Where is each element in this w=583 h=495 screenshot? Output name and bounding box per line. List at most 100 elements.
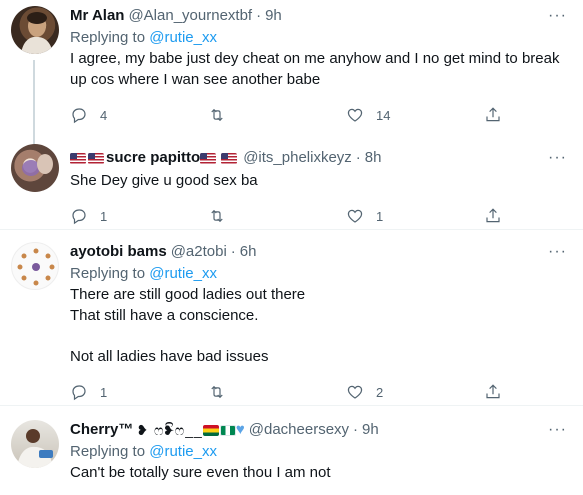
- tweet-3[interactable]: ayotobi bams @a2tobi · 6h ··· Replying t…: [0, 230, 583, 406]
- tweet-4[interactable]: Cherry™ ❥ ෆ❥ිෆ__ ♥ @dacheersexy · 9h ···…: [0, 406, 583, 495]
- name-decoration: ❥ ෆ❥ිෆ__: [136, 422, 203, 438]
- reply-count: 1: [100, 208, 108, 224]
- avatar-photo: [17, 248, 55, 286]
- tweet-1[interactable]: Mr Alan @Alan_yournextbf · 9h ··· Replyi…: [0, 0, 583, 138]
- us-flag-icon: [200, 152, 217, 164]
- avatar-photo: [22, 154, 53, 176]
- tweet-text: Can't be totally sure even thou I am not: [70, 462, 567, 483]
- heart-icon: [347, 108, 363, 122]
- replying-to: Replying to @rutie_xx: [70, 442, 567, 462]
- like-button[interactable]: 14: [346, 106, 484, 124]
- share-button[interactable]: [484, 106, 502, 124]
- separator-dot: ·: [256, 7, 262, 24]
- tweet-text-line: That still have a conscience.: [70, 307, 259, 324]
- author-handle[interactable]: @its_phelixkeyz: [243, 148, 352, 168]
- timestamp[interactable]: 6h: [240, 242, 257, 262]
- replying-to: Replying to @rutie_xx: [70, 28, 567, 48]
- retweet-icon: [211, 385, 223, 399]
- like-count: 1: [376, 208, 384, 224]
- heart-icon: [347, 385, 363, 399]
- replying-prefix: Replying to: [70, 265, 146, 282]
- reply-button[interactable]: 1: [70, 207, 208, 225]
- tweet-text: She Dey give u good sex ba: [70, 170, 567, 191]
- reply-button[interactable]: 4: [70, 106, 208, 124]
- share-icon: [486, 107, 500, 122]
- retweet-button[interactable]: [208, 207, 346, 225]
- tweet-2-body: sucre papitto @its_phelixkeyz · 8h ··· S…: [70, 138, 567, 229]
- mention-link[interactable]: @rutie_xx: [149, 265, 217, 282]
- tweet-actions: 1 1: [70, 205, 567, 227]
- separator-dot: ·: [230, 243, 236, 260]
- mention-link[interactable]: @rutie_xx: [149, 443, 217, 460]
- author-handle[interactable]: @a2tobi: [171, 242, 227, 262]
- tweet-1-body: Mr Alan @Alan_yournextbf · 9h ··· Replyi…: [70, 6, 567, 138]
- author-name[interactable]: Mr Alan: [70, 6, 124, 26]
- author-name[interactable]: sucre papitto: [106, 148, 200, 168]
- author-name[interactable]: ayotobi bams: [70, 242, 167, 262]
- avatar[interactable]: [11, 6, 59, 54]
- tweet-4-body: Cherry™ ❥ ෆ❥ිෆ__ ♥ @dacheersexy · 9h ···…: [70, 420, 567, 495]
- share-button[interactable]: [484, 207, 502, 225]
- avatar-photo: [21, 12, 53, 54]
- tweet-1-left: [10, 6, 60, 138]
- retweet-icon: [211, 209, 223, 223]
- tweet-header: sucre papitto @its_phelixkeyz · 8h ···: [70, 148, 567, 168]
- share-button[interactable]: [484, 383, 502, 401]
- tweet-actions: 1 2: [70, 381, 567, 403]
- tweet-2[interactable]: sucre papitto @its_phelixkeyz · 8h ··· S…: [0, 138, 583, 230]
- reply-count: 4: [100, 107, 108, 123]
- reply-icon: [72, 385, 86, 401]
- tweet-actions: 4 14: [70, 104, 567, 126]
- tweet-2-left: [10, 138, 60, 229]
- author-handle[interactable]: @dacheersexy: [249, 420, 349, 440]
- retweet-button[interactable]: [208, 106, 346, 124]
- like-button[interactable]: 2: [346, 383, 484, 401]
- timestamp[interactable]: 9h: [362, 420, 379, 440]
- author-name[interactable]: Cherry™: [70, 420, 133, 440]
- avatar-photo: [17, 429, 53, 468]
- more-icon[interactable]: ···: [548, 420, 567, 440]
- thread-line: [33, 60, 35, 138]
- more-icon[interactable]: ···: [548, 242, 567, 262]
- tweet-3-body: ayotobi bams @a2tobi · 6h ··· Replying t…: [70, 242, 567, 405]
- reply-icon: [72, 209, 86, 225]
- tweet-text: I agree, my babe just dey cheat on me an…: [70, 48, 567, 90]
- tweet-text-line: Can't be totally sure even thou I am not: [70, 464, 331, 481]
- ghana-flag-icon: [202, 424, 219, 436]
- timestamp[interactable]: 9h: [265, 6, 282, 26]
- like-button[interactable]: 1: [346, 207, 484, 225]
- more-icon[interactable]: ···: [548, 6, 567, 26]
- reply-button[interactable]: 1: [70, 383, 208, 401]
- avatar[interactable]: [11, 242, 59, 290]
- author-handle[interactable]: @Alan_yournextbf: [128, 6, 252, 26]
- timestamp[interactable]: 8h: [365, 148, 382, 168]
- reply-icon: [72, 108, 86, 124]
- blue-heart-icon: ♥: [235, 421, 245, 438]
- us-flag-icon: [221, 152, 238, 164]
- tweet-4-left: [10, 420, 60, 495]
- tweet-text-line: There are still good ladies out there: [70, 286, 306, 303]
- nigeria-flag-icon: [219, 424, 236, 436]
- reply-count: 1: [100, 384, 108, 400]
- separator-dot: ·: [353, 421, 359, 438]
- tweet-3-left: [10, 242, 60, 405]
- share-icon: [486, 208, 500, 223]
- like-count: 2: [376, 384, 384, 400]
- tweet-text-line: Not all ladies have bad issues: [70, 348, 269, 365]
- tweet-header: Cherry™ ❥ ෆ❥ිෆ__ ♥ @dacheersexy · 9h ···: [70, 420, 567, 440]
- avatar[interactable]: [11, 144, 59, 192]
- tweet-header: Mr Alan @Alan_yournextbf · 9h ···: [70, 6, 567, 26]
- mention-link[interactable]: @rutie_xx: [149, 29, 217, 46]
- like-count: 14: [376, 107, 391, 123]
- avatar[interactable]: [11, 420, 59, 468]
- retweet-button[interactable]: [208, 383, 346, 401]
- more-icon[interactable]: ···: [548, 148, 567, 168]
- tweet-text-line: She Dey give u good sex ba: [70, 172, 258, 189]
- us-flag-icon: [70, 152, 86, 164]
- retweet-icon: [211, 108, 223, 122]
- tweet-text: There are still good ladies out there Th…: [70, 284, 567, 367]
- reply-feed: Mr Alan @Alan_yournextbf · 9h ··· Replyi…: [0, 0, 583, 495]
- heart-icon: [347, 209, 363, 223]
- separator-dot: ·: [355, 149, 361, 166]
